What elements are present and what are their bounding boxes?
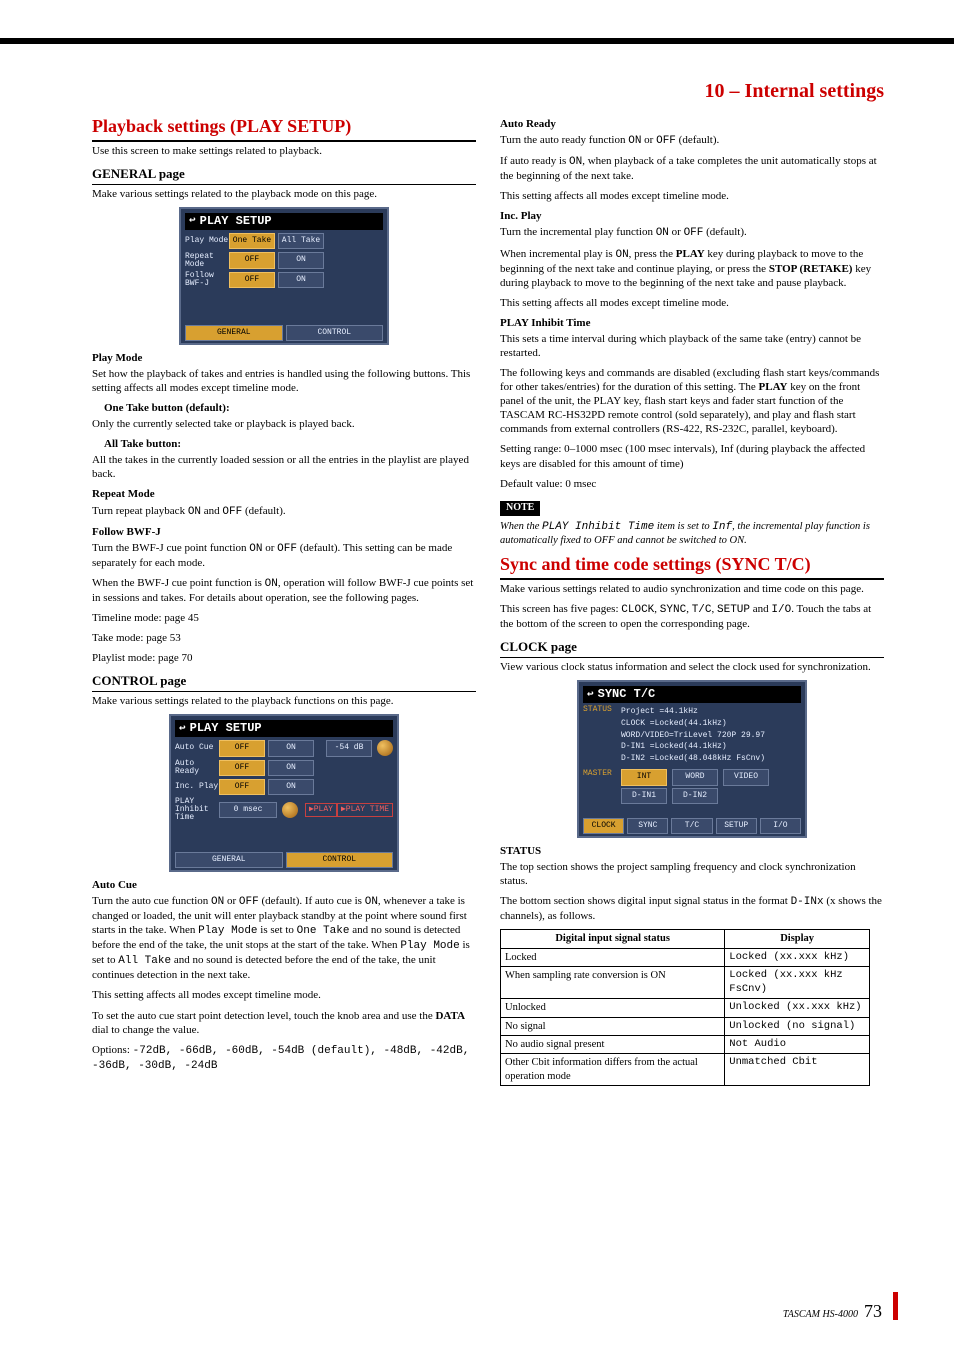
opt-all-take: All Take button: [104,437,476,451]
one-take-desc: Only the currently selected take or play… [92,417,476,431]
item-auto-ready: Auto Ready [500,117,884,131]
lcd-general: ↩PLAY SETUP Play Mode One Take All Take … [179,207,389,345]
knob-icon [282,802,298,818]
back-icon: ↩ [587,688,594,702]
inhibit-p1: This sets a time interval during which p… [500,332,884,360]
item-status: STATUS [500,844,884,858]
autocue-desc1: Turn the auto cue function ON or OFF (de… [92,894,476,982]
inhibit-p2: The following keys and commands are disa… [500,366,884,436]
corner-mark [893,1292,898,1320]
autoready-p2: If auto ready is ON, when playback of a … [500,154,884,183]
all-take-desc: All the takes in the currently loaded se… [92,453,476,481]
control-desc: Make various settings related to the pla… [92,694,476,708]
top-bar [0,38,954,44]
note-text: When the PLAY Inhibit Time item is set t… [500,520,884,548]
opt-one-take: One Take button (default): [104,401,476,415]
signal-status-table: Digital input signal statusDisplay Locke… [500,929,870,1086]
item-inc-play: Inc. Play [500,209,884,223]
autocue-options: Options: -72dB, -66dB, -60dB, -54dB (def… [92,1043,476,1073]
sub-clock: CLOCK page [500,639,884,658]
knob-icon [377,740,393,756]
left-column: Playback settings (PLAY SETUP) Use this … [92,113,476,1086]
autoready-p3: This setting affects all modes except ti… [500,189,884,203]
follow-l3: Playlist mode: page 70 [92,651,476,665]
item-auto-cue: Auto Cue [92,878,476,892]
section-play-setup: Playback settings (PLAY SETUP) [92,115,476,142]
repeat-desc: Turn repeat playback ON and OFF (default… [92,504,476,519]
status-p2: The bottom section shows digital input s… [500,894,884,923]
follow-l1: Timeline mode: page 45 [92,611,476,625]
lcd-sync: ↩SYNC T/C STATUS Project =44.1kHz CLOCK … [577,680,807,838]
item-inhibit: PLAY Inhibit Time [500,316,884,330]
sync-p1: Make various settings related to audio s… [500,582,884,596]
note-tag: NOTE [500,501,540,516]
section-sync-tc: Sync and time code settings (SYNC T/C) [500,553,884,580]
inhibit-p3: Setting range: 0–1000 msec (100 msec int… [500,442,884,470]
general-desc: Make various settings related to the pla… [92,187,476,201]
follow-l2: Take mode: page 53 [92,631,476,645]
follow-desc1: Turn the BWF-J cue point function ON or … [92,541,476,570]
lcd-control: ↩PLAY SETUP Auto Cue OFF ON -54 dB Auto … [169,714,399,872]
play-setup-intro: Use this screen to make settings related… [92,144,476,158]
autoready-p1: Turn the auto ready function ON or OFF (… [500,133,884,148]
sync-p2: This screen has five pages: CLOCK, SYNC,… [500,602,884,631]
item-play-mode: Play Mode [92,351,476,365]
autocue-desc2: This setting affects all modes except ti… [92,988,476,1002]
follow-desc2: When the BWF-J cue point function is ON,… [92,576,476,605]
incplay-p1: Turn the incremental play function ON or… [500,225,884,240]
incplay-p2: When incremental play is ON, press the P… [500,247,884,290]
clock-desc: View various clock status information an… [500,660,884,674]
back-icon: ↩ [189,214,196,228]
inhibit-p4: Default value: 0 msec [500,477,884,491]
play-mode-desc: Set how the playback of takes and entrie… [92,367,476,395]
status-p1: The top section shows the project sampli… [500,860,884,888]
item-follow: Follow BWF-J [92,525,476,539]
autocue-desc3: To set the auto cue start point detectio… [92,1009,476,1037]
chapter-title: 10 – Internal settings [92,80,884,103]
sub-general: GENERAL page [92,166,476,185]
back-icon: ↩ [179,722,186,736]
page-footer: TASCAM HS-400073 [783,1301,882,1322]
right-column: Auto Ready Turn the auto ready function … [500,113,884,1086]
sub-control: CONTROL page [92,673,476,692]
incplay-p3: This setting affects all modes except ti… [500,296,884,310]
item-repeat: Repeat Mode [92,487,476,501]
